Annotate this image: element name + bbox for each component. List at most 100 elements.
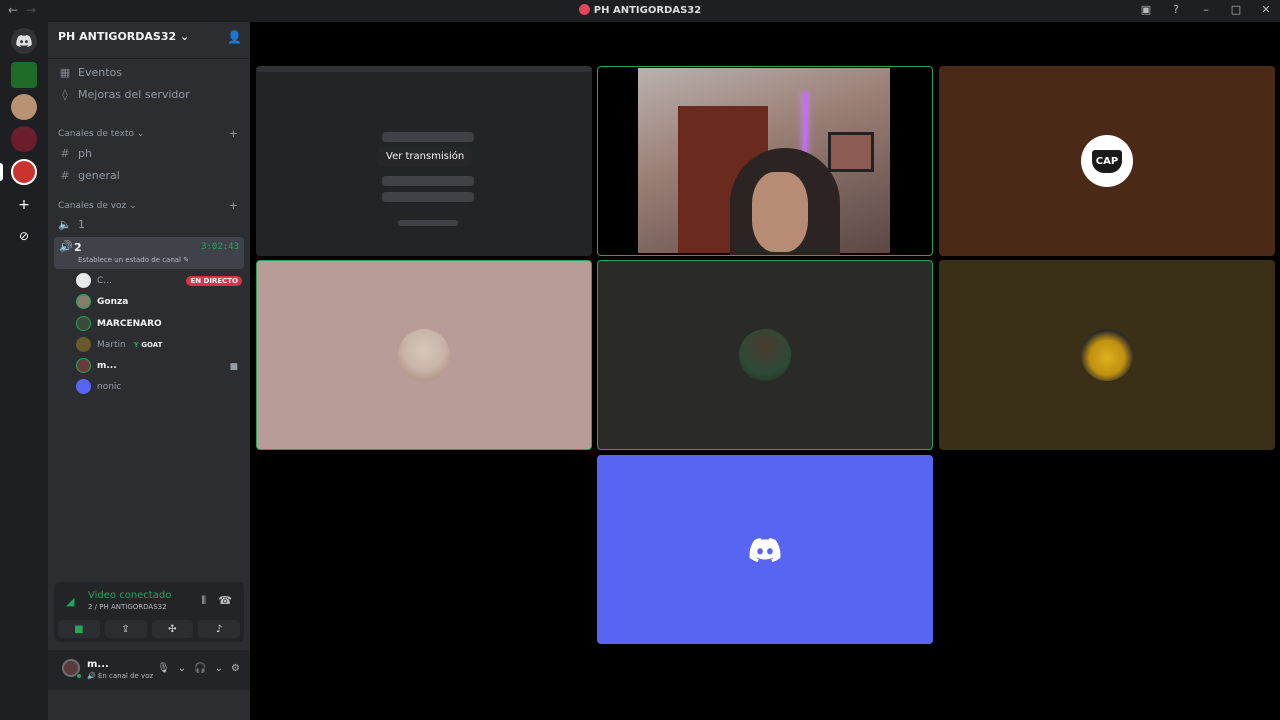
server-icon-4[interactable] xyxy=(11,159,37,185)
user-tag: Y GOAT xyxy=(134,341,163,349)
server-name-header[interactable]: PH ANTIGORDAS32 ⌄ xyxy=(58,30,189,43)
noise-suppression-icon[interactable]: ⫴ xyxy=(201,594,206,608)
martin-tile[interactable] xyxy=(939,260,1275,450)
home-discord-icon[interactable] xyxy=(11,28,37,54)
avatar xyxy=(76,273,91,288)
avatar xyxy=(76,358,91,373)
user-name: m... xyxy=(87,659,109,670)
voice-channel-2[interactable]: 🔊 2 3:02:43 Establece un estado de canal… xyxy=(54,237,244,269)
add-text-channel-icon[interactable]: + xyxy=(229,127,238,140)
voice-user-c[interactable]: C... xyxy=(76,273,112,288)
server-icon-3[interactable] xyxy=(11,126,37,152)
screen-share-button[interactable]: ⇪ xyxy=(104,620,147,638)
call-timer: 3:02:43 xyxy=(201,242,239,252)
selected-server-pill xyxy=(0,163,3,181)
sidebar-item-boosts[interactable]: ◊ Mejoras del servidor xyxy=(58,88,189,101)
webcam-video xyxy=(638,68,890,255)
webcam-face xyxy=(752,172,808,252)
live-badge: EN DIRECTO xyxy=(186,276,242,286)
voice-action-buttons: ■ ⇪ ✣ ♪ xyxy=(54,620,244,642)
user-status-text: En canal de voz xyxy=(97,672,154,680)
voice-user-marcenaro[interactable]: MARCENARO xyxy=(76,316,162,331)
voice-user-m[interactable]: m... xyxy=(76,358,117,373)
sidebar-item-events[interactable]: ▦ Eventos xyxy=(58,66,122,79)
category-text-channels[interactable]: Canales de texto ⌄ xyxy=(58,129,144,139)
cap-tile[interactable]: CAP xyxy=(939,66,1275,256)
user-panel: m... 🔊 En canal de voz 🎙 ⌄ 🎧 ⌄ ⚙ xyxy=(48,650,250,690)
gear-icon[interactable]: ⚙ xyxy=(231,663,240,674)
watch-stream-button[interactable]: Ver transmisión xyxy=(378,147,473,166)
avatar xyxy=(76,316,91,331)
gonza-tile[interactable] xyxy=(256,260,592,450)
stream-preview-block xyxy=(382,132,474,142)
close-button[interactable]: ✕ xyxy=(1258,3,1274,16)
stream-preview-block xyxy=(382,192,474,202)
online-status-dot xyxy=(76,673,82,679)
category-voice-channels[interactable]: Canales de voz ⌄ xyxy=(58,201,137,211)
disconnect-icon[interactable]: ☎ xyxy=(218,594,232,607)
hashtag-icon: # xyxy=(60,147,70,160)
cap-shield: CAP xyxy=(1091,149,1123,173)
add-voice-channel-icon[interactable]: + xyxy=(229,199,238,212)
server-icon-1[interactable] xyxy=(11,62,37,88)
invite-people-icon[interactable]: 👤 xyxy=(227,30,242,44)
soundboard-icon: ♪ xyxy=(215,623,223,635)
voice-user-martin[interactable]: Martin Y GOAT xyxy=(76,337,162,352)
soundboard-button[interactable]: ♪ xyxy=(198,620,240,638)
window-controls: ▣ ? – □ ✕ xyxy=(1138,3,1274,16)
inbox-icon[interactable]: ▣ xyxy=(1138,3,1154,16)
server-name: PH ANTIGORDAS32 xyxy=(58,30,177,43)
help-icon[interactable]: ? xyxy=(1168,3,1184,16)
add-server-icon[interactable]: + xyxy=(11,192,37,218)
channel-general[interactable]: # general xyxy=(58,169,120,182)
window-title-text: PH ANTIGORDAS32 xyxy=(593,5,702,16)
channel-ph[interactable]: # ph xyxy=(58,147,92,160)
speaker-icon: 🔈 xyxy=(58,218,72,231)
status-prompt-text: Establece un estado de canal xyxy=(78,256,182,264)
maximize-button[interactable]: □ xyxy=(1228,3,1244,16)
chevron-down-icon[interactable]: ⌄ xyxy=(178,663,186,674)
user-name: m... xyxy=(97,360,117,371)
marcenaro-avatar xyxy=(739,329,791,381)
server-icon-2[interactable] xyxy=(11,94,37,120)
signal-icon: ◢ xyxy=(66,595,75,608)
avatar xyxy=(76,294,91,309)
channel-status-prompt[interactable]: Establece un estado de canal ✎ xyxy=(78,256,189,264)
title-bar: ← → PH ANTIGORDAS32 ▣ ? – □ ✕ xyxy=(0,0,1280,22)
user-name: nonic xyxy=(97,381,122,392)
user-name: Gonza xyxy=(97,296,129,307)
speaker-icon: 🔊 xyxy=(59,240,73,253)
voice-channel-1[interactable]: 🔈 1 xyxy=(58,218,85,231)
camera-icon: ■ xyxy=(229,362,238,372)
category-label: Canales de texto xyxy=(58,129,134,139)
marcenaro-tile[interactable] xyxy=(597,260,933,450)
connection-status[interactable]: Video conectado xyxy=(88,590,171,601)
webcam-tile[interactable] xyxy=(597,66,933,256)
user-name: Martin xyxy=(97,339,126,350)
avatar xyxy=(76,379,91,394)
hashtag-icon: # xyxy=(60,169,70,182)
category-label: Canales de voz xyxy=(58,201,127,211)
webcam-picture-frame xyxy=(828,132,874,172)
chevron-down-icon: ⌄ xyxy=(179,30,190,43)
channel-label: 2 xyxy=(74,241,82,254)
explore-icon[interactable]: ⊘ xyxy=(11,223,37,249)
channel-label: general xyxy=(78,169,120,182)
chevron-down-icon[interactable]: ⌄ xyxy=(215,663,223,674)
voice-user-gonza[interactable]: Gonza xyxy=(76,294,128,309)
gonza-avatar xyxy=(398,329,450,381)
discord-app-icon xyxy=(578,4,590,15)
activities-button[interactable]: ✣ xyxy=(151,620,194,638)
stream-tile[interactable]: Ver transmisión xyxy=(256,66,592,256)
voice-user-nonic[interactable]: nonic xyxy=(76,379,121,394)
minimize-button[interactable]: – xyxy=(1198,3,1214,16)
microphone-icon[interactable]: 🎙 xyxy=(157,663,170,674)
discord-logo-icon xyxy=(749,537,781,562)
camera-button[interactable]: ■ xyxy=(58,620,100,638)
user-status: 🔊 En canal de voz xyxy=(87,672,154,680)
channel-label: 1 xyxy=(78,218,85,231)
headphones-icon[interactable]: 🎧 xyxy=(194,663,206,674)
nonic-tile[interactable] xyxy=(597,455,933,644)
connection-location[interactable]: 2 / PH ANTIGORDAS32 xyxy=(88,603,167,611)
calendar-icon: ▦ xyxy=(59,66,71,79)
